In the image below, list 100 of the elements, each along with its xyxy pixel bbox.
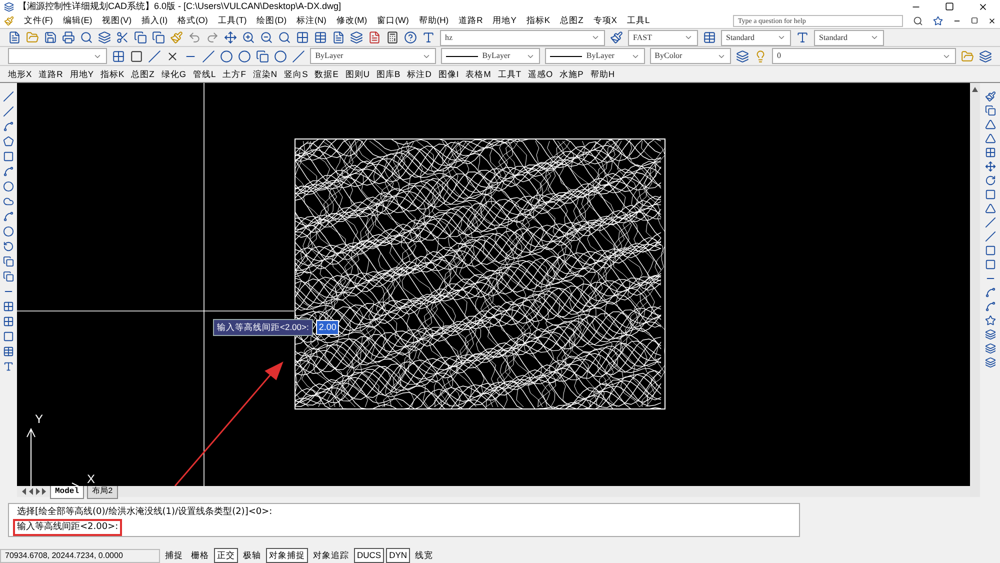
plugin-menu-item[interactable]: 管线L bbox=[192, 68, 216, 80]
search-icon[interactable] bbox=[913, 16, 923, 26]
plugin-menu-item[interactable]: 图库B bbox=[376, 68, 400, 80]
menu-item[interactable]: 插入(I) bbox=[142, 14, 168, 27]
dropdown-value: ByLayer bbox=[586, 50, 616, 62]
text-style-icon[interactable] bbox=[422, 31, 435, 44]
plugin-menu-item[interactable]: 标注D bbox=[407, 68, 432, 80]
plugin-menu-item[interactable]: 地形X bbox=[8, 68, 32, 80]
status-toggle[interactable]: 对象捕捉 bbox=[266, 548, 308, 563]
plugin-menu-item[interactable]: 帮助H bbox=[590, 68, 614, 80]
star-icon[interactable] bbox=[933, 16, 943, 26]
plugin-menu-item[interactable]: 水施P bbox=[560, 68, 584, 80]
copy-icon[interactable] bbox=[134, 31, 147, 44]
menu-item[interactable]: 工具L bbox=[626, 14, 650, 27]
cut-icon[interactable] bbox=[116, 31, 129, 44]
dropdown-field[interactable]: ByLayer bbox=[545, 48, 645, 64]
plugin-menu-item[interactable]: 图像I bbox=[438, 68, 459, 80]
plugin-menu-item[interactable]: 渲染N bbox=[252, 68, 278, 80]
status-toggle[interactable]: 线宽 bbox=[412, 548, 436, 563]
calculator-icon[interactable] bbox=[386, 31, 399, 44]
dropdown-field[interactable]: ByColor bbox=[650, 48, 732, 64]
dropdown-value: hz bbox=[445, 32, 454, 44]
menu-item[interactable]: 总图Z bbox=[560, 14, 584, 27]
dropdown-field[interactable]: 0 bbox=[772, 48, 956, 64]
help-icon[interactable] bbox=[404, 31, 417, 44]
menu-item[interactable]: 标注(N) bbox=[296, 14, 326, 27]
zoom-in-icon[interactable] bbox=[242, 31, 255, 44]
dropdown-field[interactable]: FAST bbox=[628, 30, 698, 46]
menu-item[interactable]: 视图(V) bbox=[102, 14, 132, 27]
menu-item[interactable]: 道路R bbox=[458, 14, 483, 27]
status-toggle[interactable]: DUCS bbox=[354, 548, 384, 563]
plugin-menu-item[interactable]: 用地Y bbox=[70, 68, 94, 80]
copy-icon[interactable] bbox=[984, 105, 996, 116]
plugin-menu-item[interactable]: 表格M bbox=[466, 68, 491, 80]
cloud-icon[interactable] bbox=[3, 196, 14, 207]
menu-item[interactable]: 编辑(E) bbox=[62, 14, 92, 27]
zoom-window-icon[interactable] bbox=[278, 31, 291, 44]
dropdown-field[interactable]: Standard bbox=[814, 30, 884, 46]
rectangle-icon[interactable] bbox=[3, 151, 14, 162]
axis-y-label: Y bbox=[35, 413, 44, 425]
menu-item[interactable]: 绘图(D) bbox=[256, 14, 287, 27]
maximize-icon[interactable] bbox=[945, 2, 954, 11]
text-icon[interactable] bbox=[3, 361, 14, 372]
vertical-scrollbar[interactable] bbox=[970, 83, 980, 497]
pan-icon[interactable] bbox=[224, 31, 237, 44]
doc-restore-icon[interactable] bbox=[971, 17, 978, 24]
menu-item[interactable]: 修改(M) bbox=[336, 14, 368, 27]
zoom-out-icon[interactable] bbox=[260, 31, 273, 44]
drawing-canvas[interactable]: Y X 输入等高线间距<2.00>: 2.00 bbox=[17, 83, 970, 486]
polygon-icon[interactable] bbox=[3, 136, 14, 147]
save-icon[interactable] bbox=[44, 31, 57, 44]
plugin-menu-item[interactable]: 绿化G bbox=[161, 68, 186, 80]
new-file-icon[interactable] bbox=[8, 31, 21, 44]
axis-x-label: X bbox=[87, 473, 96, 485]
menu-item[interactable]: 文件(F) bbox=[24, 14, 53, 27]
rotate-icon[interactable] bbox=[984, 175, 996, 186]
menu-item[interactable]: 帮助(H) bbox=[418, 14, 449, 27]
status-toggle[interactable]: 栅格 bbox=[188, 548, 212, 563]
array-icon[interactable] bbox=[984, 147, 996, 158]
dropdown-value: ByLayer bbox=[315, 50, 344, 62]
print-icon[interactable] bbox=[62, 31, 75, 44]
plugin-menu-item[interactable]: 道路R bbox=[38, 68, 63, 80]
chevron-down-icon bbox=[684, 33, 693, 42]
menu-item[interactable]: 窗口(W) bbox=[377, 14, 409, 27]
dropdown-field[interactable]: ByLayer bbox=[441, 48, 540, 64]
plugin-menu-item[interactable]: 数据E bbox=[314, 68, 338, 80]
tab-scroll-icon[interactable] bbox=[21, 488, 47, 495]
plugin-menu-item[interactable]: 遥感O bbox=[528, 68, 553, 80]
status-toggle[interactable]: 极轴 bbox=[240, 548, 264, 563]
status-toggle[interactable]: DYN bbox=[386, 548, 410, 563]
plugin-menu-item[interactable]: 工具T bbox=[498, 68, 522, 80]
table-icon[interactable] bbox=[3, 346, 14, 357]
menu-item[interactable]: 格式(O) bbox=[178, 14, 208, 27]
plugin-menu-item[interactable]: 总图Z bbox=[131, 68, 154, 80]
plugin-menu-item[interactable]: 土方F bbox=[222, 68, 246, 80]
status-toggle[interactable]: 对象追踪 bbox=[310, 548, 352, 563]
dropdown-field[interactable]: Standard bbox=[721, 30, 791, 46]
doc-close-icon[interactable] bbox=[988, 16, 996, 24]
dropdown-field[interactable]: hz bbox=[440, 30, 605, 46]
scroll-up-icon[interactable] bbox=[972, 87, 978, 92]
redo-icon[interactable] bbox=[206, 31, 219, 44]
plugin-menu-item[interactable]: 指标K bbox=[100, 68, 124, 80]
menu-item[interactable]: 专项X bbox=[593, 14, 617, 27]
menu-item[interactable]: 工具(T) bbox=[218, 14, 247, 27]
menu-item[interactable]: 用地Y bbox=[492, 14, 516, 27]
dropdown-field[interactable]: ByLayer bbox=[310, 48, 436, 64]
dropdown-field[interactable] bbox=[8, 48, 108, 64]
brush-icon[interactable] bbox=[984, 91, 996, 102]
undo-icon[interactable] bbox=[188, 31, 201, 44]
move-icon[interactable] bbox=[984, 161, 996, 172]
plugin-menu-item[interactable]: 竖向S bbox=[284, 68, 308, 80]
close-icon[interactable] bbox=[978, 2, 988, 12]
circle-icon[interactable] bbox=[3, 181, 14, 192]
status-toggle[interactable]: 捕捉 bbox=[162, 548, 186, 563]
plugin-menu-item[interactable]: 图则U bbox=[345, 68, 370, 80]
app-menu-icon[interactable] bbox=[4, 16, 14, 26]
spline-icon[interactable] bbox=[3, 211, 14, 222]
dynamic-input-field[interactable]: 2.00 bbox=[316, 320, 340, 336]
status-toggle[interactable]: 正交 bbox=[214, 548, 238, 563]
menu-item[interactable]: 指标K bbox=[526, 14, 550, 27]
